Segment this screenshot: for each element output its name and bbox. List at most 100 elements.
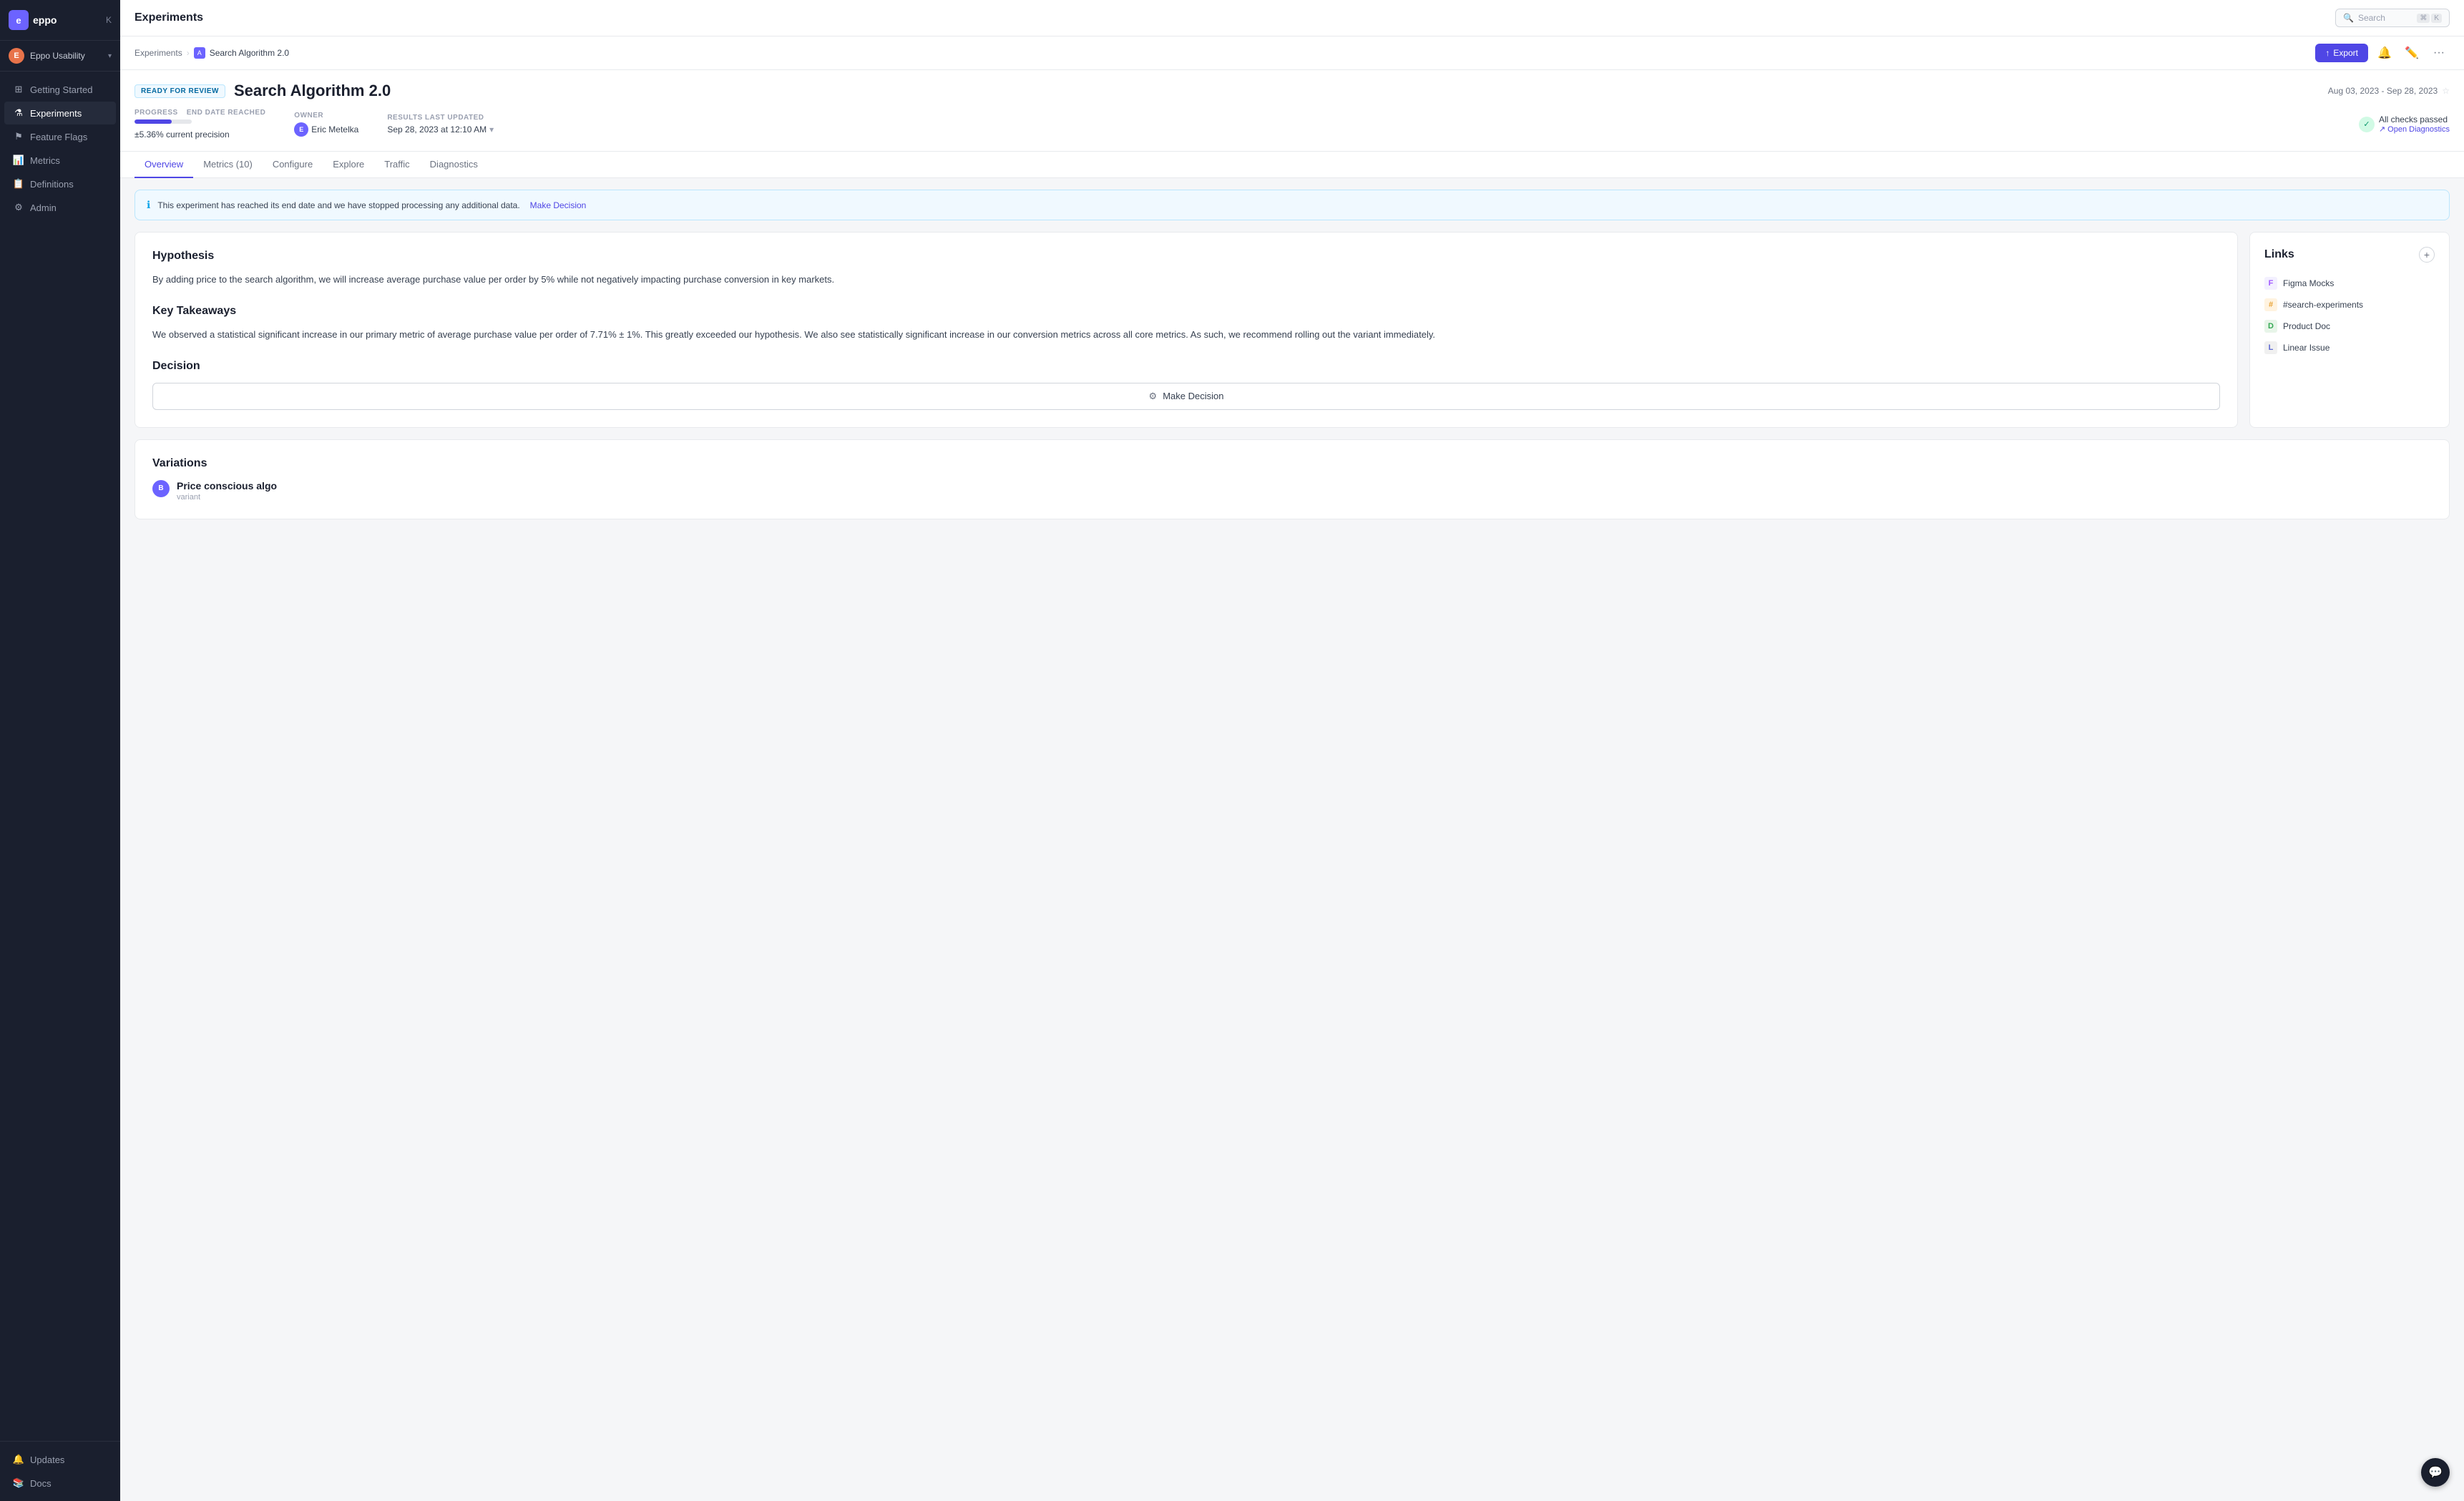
make-decision-label: Make Decision (1163, 391, 1223, 401)
chat-button[interactable]: 💬 (2421, 1458, 2450, 1487)
bell-icon: 🔔 (2377, 46, 2392, 60)
info-banner: ℹ This experiment has reached its end da… (135, 190, 2450, 220)
banner-make-decision-link[interactable]: Make Decision (530, 200, 587, 210)
decision-title: Decision (152, 360, 2220, 373)
open-diagnostics-link[interactable]: ↗ Open Diagnostics (2379, 124, 2450, 134)
logo: e eppo (9, 10, 57, 30)
sidebar-item-definitions[interactable]: 📋 Definitions (4, 172, 116, 195)
more-options-button[interactable]: ··· (2428, 42, 2450, 64)
variation-label: variant (177, 493, 277, 502)
progress-text: ±5.36% current precision (135, 129, 265, 140)
link-item-gdoc[interactable]: D Product Doc (2264, 316, 2435, 337)
main-content: Experiments 🔍 Search ⌘ K Experiments › A… (120, 0, 2464, 1501)
updates-icon: 🔔 (13, 1454, 24, 1465)
metrics-icon: 📊 (13, 155, 24, 166)
sidebar-item-feature-flags[interactable]: ⚑ Feature Flags (4, 125, 116, 148)
tab-traffic[interactable]: Traffic (374, 152, 419, 178)
cmd-key: ⌘ (2417, 14, 2430, 23)
tabs-bar: Overview Metrics (10) Configure Explore … (120, 152, 2464, 178)
workspace-avatar: E (9, 48, 24, 64)
sidebar-item-experiments[interactable]: ⚗ Experiments (4, 102, 116, 124)
search-box[interactable]: 🔍 Search ⌘ K (2335, 9, 2450, 27)
results-label: RESULTS LAST UPDATED (387, 114, 494, 122)
content-body: ℹ This experiment has reached its end da… (120, 178, 2464, 531)
progress-meta: PROGRESS END DATE REACHED ±5.36% current… (135, 109, 265, 140)
make-decision-button[interactable]: ⚙ Make Decision (152, 383, 2220, 410)
sidebar-item-label-getting-started: Getting Started (30, 84, 92, 95)
gdoc-icon: D (2264, 320, 2277, 333)
cards-row: Hypothesis By adding price to the search… (135, 232, 2450, 428)
search-placeholder: Search (2358, 13, 2412, 23)
tab-overview[interactable]: Overview (135, 152, 193, 178)
date-range: Aug 03, 2023 - Sep 28, 2023 ☆ (2328, 86, 2450, 96)
top-header: Experiments 🔍 Search ⌘ K (120, 0, 2464, 36)
checks-section: ✓ All checks passed ↗ Open Diagnostics (2359, 114, 2450, 134)
sidebar-item-label-definitions: Definitions (30, 179, 74, 190)
owner-name: Eric Metelka (311, 124, 358, 135)
owner-value: E Eric Metelka (294, 122, 358, 137)
results-meta: RESULTS LAST UPDATED Sep 28, 2023 at 12:… (387, 114, 494, 135)
admin-icon: ⚙ (13, 202, 24, 213)
gear-icon: ⚙ (1149, 391, 1158, 402)
sidebar-nav: ⊞ Getting Started ⚗ Experiments ⚑ Featur… (0, 72, 120, 1441)
sidebar-item-metrics[interactable]: 📊 Metrics (4, 149, 116, 172)
link-item-linear[interactable]: L Linear Issue (2264, 337, 2435, 358)
getting-started-icon: ⊞ (13, 84, 24, 95)
link-label-linear: Linear Issue (2283, 343, 2329, 353)
end-date-label: END DATE REACHED (187, 109, 266, 117)
sidebar-item-getting-started[interactable]: ⊞ Getting Started (4, 78, 116, 101)
experiments-icon: ⚗ (13, 107, 24, 119)
header-actions: 🔍 Search ⌘ K (2335, 9, 2450, 27)
ellipsis-icon: ··· (2433, 47, 2445, 59)
link-item-figma[interactable]: F Figma Mocks (2264, 273, 2435, 294)
key-takeaways-text: We observed a statistical significant in… (152, 328, 2220, 343)
tab-diagnostics[interactable]: Diagnostics (420, 152, 488, 178)
sidebar-item-admin[interactable]: ⚙ Admin (4, 196, 116, 219)
feature-flags-icon: ⚑ (13, 131, 24, 142)
variation-avatar: B (152, 480, 170, 497)
variation-name: Price conscious algo (177, 480, 277, 492)
breadcrumb-experiment-icon: A (194, 47, 205, 59)
sidebar-item-label-feature-flags: Feature Flags (30, 132, 87, 142)
sidebar-item-docs[interactable]: 📚 Docs (4, 1472, 116, 1495)
workspace-selector[interactable]: E Eppo Usability ▾ (0, 41, 120, 72)
results-chevron-icon[interactable]: ▾ (489, 124, 494, 135)
chat-icon: 💬 (2428, 1465, 2443, 1480)
main-card: Hypothesis By adding price to the search… (135, 232, 2238, 428)
breadcrumb-parent[interactable]: Experiments (135, 48, 182, 58)
link-label-gdoc: Product Doc (2283, 321, 2330, 331)
experiment-title: Search Algorithm 2.0 (234, 82, 2319, 100)
star-icon[interactable]: ☆ (2442, 86, 2450, 96)
export-button[interactable]: ↑ Export (2315, 44, 2368, 62)
notifications-button[interactable]: 🔔 (2374, 42, 2395, 64)
experiment-title-row: READY FOR REVIEW Search Algorithm 2.0 Au… (135, 82, 2450, 100)
variations-title: Variations (152, 457, 2432, 470)
logo-mark: e (9, 10, 29, 30)
variations-card: Variations B Price conscious algo varian… (135, 439, 2450, 519)
status-badge: READY FOR REVIEW (135, 84, 225, 98)
search-icon: 🔍 (2343, 13, 2354, 23)
breadcrumb-actions: ↑ Export 🔔 ✏️ ··· (2315, 42, 2450, 64)
pencil-icon: ✏️ (2405, 46, 2419, 60)
edit-button[interactable]: ✏️ (2401, 42, 2423, 64)
owner-avatar: E (294, 122, 308, 137)
link-item-slack[interactable]: # #search-experiments (2264, 294, 2435, 316)
sidebar-collapse-button[interactable]: K (106, 15, 112, 25)
k-key: K (2431, 14, 2442, 23)
definitions-icon: 📋 (13, 178, 24, 190)
progress-bar-fill (135, 119, 172, 124)
sidebar-item-label-admin: Admin (30, 202, 57, 213)
progress-bar-container (135, 119, 192, 124)
experiment-meta: PROGRESS END DATE REACHED ±5.36% current… (135, 109, 2450, 140)
add-link-button[interactable]: + (2419, 247, 2435, 263)
sidebar-item-label-updates: Updates (30, 1454, 64, 1465)
link-label-figma: Figma Mocks (2283, 278, 2334, 288)
results-date-text: Sep 28, 2023 at 12:10 AM (387, 124, 487, 135)
tab-explore[interactable]: Explore (323, 152, 374, 178)
sidebar-item-updates[interactable]: 🔔 Updates (4, 1448, 116, 1471)
hypothesis-title: Hypothesis (152, 250, 2220, 263)
export-label: Export (2333, 48, 2358, 58)
tab-configure[interactable]: Configure (263, 152, 323, 178)
breadcrumb: Experiments › A Search Algorithm 2.0 (135, 47, 289, 59)
tab-metrics[interactable]: Metrics (10) (193, 152, 263, 178)
